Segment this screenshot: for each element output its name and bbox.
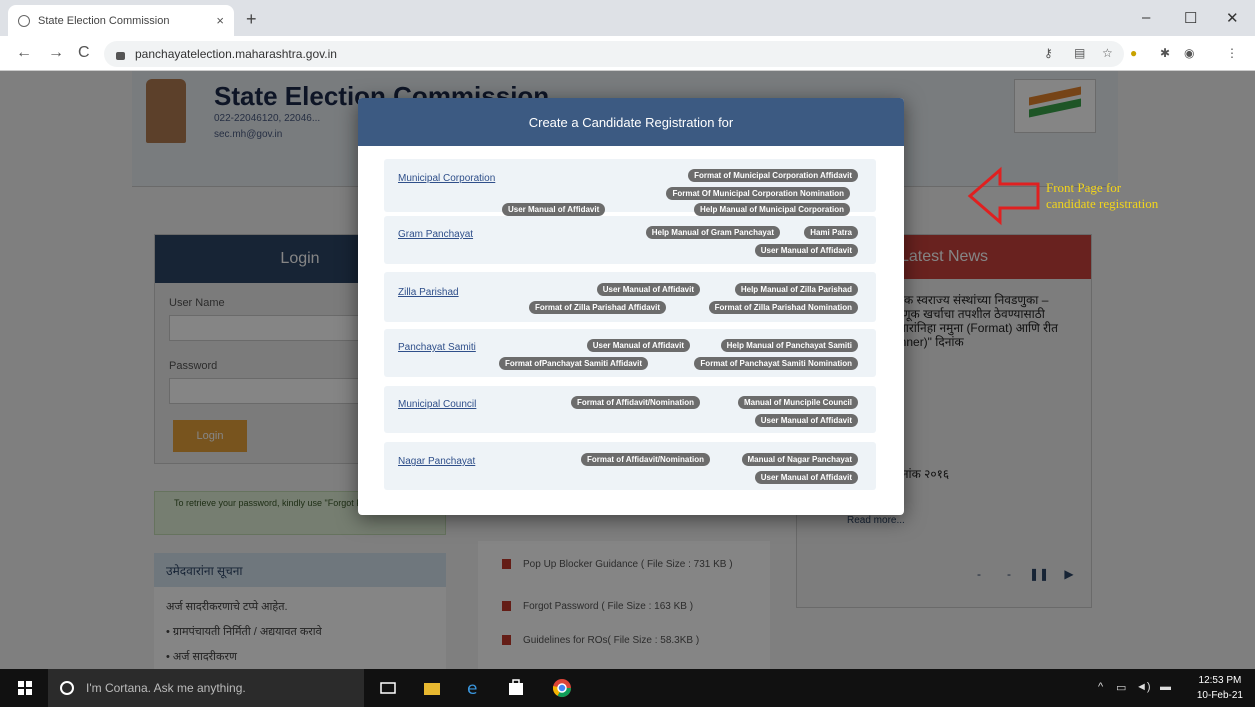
browser-tab[interactable]: State Election Commission × (8, 5, 234, 36)
badge-link[interactable]: Format of Affidavit/Nomination (580, 453, 710, 466)
address-bar[interactable]: panchayatelection.maharashtra.gov.in (104, 41, 1124, 67)
badge-link[interactable]: User Manual of Affidavit (586, 339, 690, 352)
badge-link[interactable]: Help Manual of Municipal Corporation (694, 203, 850, 216)
reload-button[interactable]: C (78, 44, 90, 62)
tab-bar: State Election Commission × + – ☐ ✕ (0, 0, 1255, 36)
badge-link[interactable]: Format of Panchayat Samiti Nomination (694, 357, 858, 370)
new-tab-button[interactable]: + (246, 9, 257, 30)
url-text: panchayatelection.maharashtra.gov.in (135, 47, 337, 61)
clock-time: 12:53 PM (1198, 675, 1242, 686)
badge-link[interactable]: Format Of Municipal Corporation Nominati… (666, 187, 850, 200)
badge-link[interactable]: User Manual of Affidavit (754, 471, 858, 484)
badge-link[interactable]: Format of Affidavit/Nomination (570, 396, 700, 409)
registration-row-nagar-panchayat: Nagar Panchayat Format of Affidavit/Nomi… (384, 442, 876, 490)
registration-row-municipal-corporation: Municipal Corporation Format of Municipa… (384, 159, 876, 216)
forward-button[interactable]: → (48, 44, 64, 62)
star-icon[interactable]: ☆ (1102, 46, 1113, 60)
close-window-button[interactable]: ✕ (1226, 9, 1239, 27)
cortana-placeholder: I'm Cortana. Ask me anything. (86, 681, 246, 695)
badge-link[interactable]: User Manual of Affidavit (754, 244, 858, 257)
badge-link[interactable]: Format ofPanchayat Samiti Affidavit (498, 357, 648, 370)
puzzle-icon[interactable]: ✱ (1160, 46, 1170, 60)
badge-link[interactable]: User Manual of Affidavit (596, 283, 700, 296)
windows-start-icon[interactable] (18, 681, 32, 695)
address-bar-row: ← → C panchayatelection.maharashtra.gov.… (0, 36, 1255, 71)
back-button[interactable]: ← (16, 44, 32, 62)
clock-date: 10-Feb-21 (1196, 690, 1243, 701)
badge-link[interactable]: Manual of Nagar Panchayat (741, 453, 858, 466)
badge-link[interactable]: Help Manual of Zilla Parishad (734, 283, 858, 296)
registration-row-panchayat-samiti: Panchayat Samiti User Manual of Affidavi… (384, 329, 876, 377)
registration-row-gram-panchayat: Gram Panchayat Help Manual of Gram Panch… (384, 216, 876, 264)
edge-icon[interactable]: e (464, 678, 484, 698)
cortana-icon (60, 681, 74, 695)
modal-title: Create a Candidate Registration for (358, 98, 904, 146)
file-explorer-icon[interactable] (422, 678, 442, 698)
maximize-button[interactable]: ☐ (1184, 9, 1197, 27)
taskbar: I'm Cortana. Ask me anything. e ^ ▭ ◄) ▬… (0, 669, 1255, 707)
volume-icon[interactable]: ◄) (1136, 681, 1151, 693)
badge-link[interactable]: Format of Municipal Corporation Affidavi… (688, 169, 858, 182)
panchayat-samiti-link[interactable]: Panchayat Samiti (398, 342, 476, 353)
profile-icon[interactable]: ◉ (1184, 46, 1194, 60)
registration-row-zilla-parishad: Zilla Parishad User Manual of Affidavit … (384, 272, 876, 322)
annotation-text: Front Page for candidate registration (1046, 180, 1159, 211)
zilla-parishad-link[interactable]: Zilla Parishad (398, 287, 459, 298)
svg-text:e: e (467, 679, 477, 698)
badge-link[interactable]: Help Manual of Panchayat Samiti (720, 339, 858, 352)
notification-icon[interactable]: ▬ (1160, 681, 1171, 693)
badge-link[interactable]: Help Manual of Gram Panchayat (645, 226, 780, 239)
badge-link[interactable]: Format of Zilla Parishad Nomination (708, 301, 858, 314)
left-arrow-annotation-icon (967, 166, 1040, 226)
municipal-corporation-link[interactable]: Municipal Corporation (398, 173, 495, 184)
task-view-icon[interactable] (378, 678, 398, 698)
store-icon[interactable] (506, 678, 526, 698)
registration-modal: Create a Candidate Registration for Muni… (358, 98, 904, 515)
cortana-search[interactable]: I'm Cortana. Ask me anything. (48, 669, 364, 707)
municipal-council-link[interactable]: Municipal Council (398, 399, 476, 410)
tray-up-icon[interactable]: ^ (1098, 681, 1103, 693)
badge-link[interactable]: Format of Zilla Parishad Affidavit (528, 301, 666, 314)
chrome-icon[interactable] (552, 678, 572, 698)
nagar-panchayat-link[interactable]: Nagar Panchayat (398, 456, 475, 467)
badge-link[interactable]: Manual of Muncipile Council (738, 396, 858, 409)
close-tab-icon[interactable]: × (216, 13, 224, 28)
translate-icon[interactable]: ▤ (1074, 46, 1085, 60)
badge-link[interactable]: Hami Patra (804, 226, 858, 239)
extension-icon[interactable]: ● (1130, 46, 1137, 60)
registration-row-municipal-council: Municipal Council Format of Affidavit/No… (384, 386, 876, 433)
network-icon[interactable]: ▭ (1116, 681, 1126, 694)
gram-panchayat-link[interactable]: Gram Panchayat (398, 229, 473, 240)
menu-icon[interactable]: ⋮ (1226, 46, 1238, 60)
minimize-button[interactable]: – (1142, 9, 1150, 26)
system-clock[interactable]: 12:53 PM 10-Feb-21 (1197, 673, 1243, 703)
key-icon[interactable]: ⚷ (1044, 46, 1053, 60)
lock-icon (116, 52, 125, 60)
tab-title: State Election Commission (38, 14, 170, 27)
badge-link[interactable]: User Manual of Affidavit (502, 203, 606, 216)
badge-link[interactable]: User Manual of Affidavit (754, 414, 858, 427)
globe-icon (18, 14, 30, 27)
